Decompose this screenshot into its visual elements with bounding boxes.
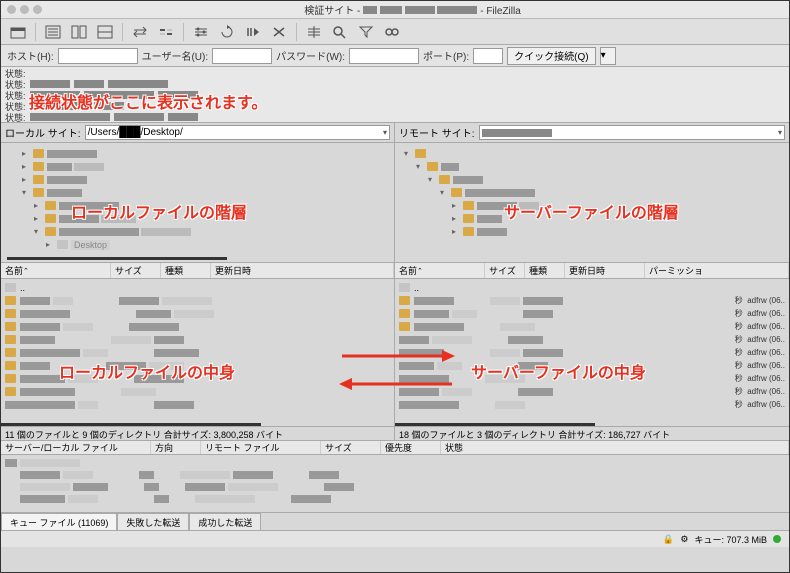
user-input[interactable] xyxy=(212,48,272,64)
list-bodies: .. .. 秒 adfrw (06.. 秒 adfrw (06.. 秒 adfr… xyxy=(1,279,789,427)
col-size-r[interactable]: サイズ xyxy=(485,263,525,278)
toggle-log-button[interactable] xyxy=(42,22,64,42)
user-label: ユーザー名(U): xyxy=(142,48,208,63)
queue-col-size[interactable]: サイズ xyxy=(321,441,381,454)
lock-icon[interactable]: 🔒 xyxy=(662,533,674,545)
cancel-button[interactable] xyxy=(268,22,290,42)
refresh-button[interactable] xyxy=(216,22,238,42)
col-type-r[interactable]: 種類 xyxy=(525,263,565,278)
filter-files-button[interactable] xyxy=(355,22,377,42)
queue-list[interactable] xyxy=(1,455,789,513)
quickconnect-button[interactable]: クイック接続(Q) xyxy=(507,47,595,65)
col-size[interactable]: サイズ xyxy=(111,263,161,278)
port-label: ポート(P): xyxy=(423,48,469,63)
toggle-queue-button[interactable] xyxy=(94,22,116,42)
file-count-status: 11 個のファイルと 9 個のディレクトリ 合計サイズ: 3,800,258 バ… xyxy=(1,427,789,441)
window-title: 検証サイト - - FileZilla xyxy=(42,2,783,17)
traffic-lights[interactable] xyxy=(7,5,42,14)
local-status: 11 個のファイルと 9 個のディレクトリ 合計サイズ: 3,800,258 バ… xyxy=(1,427,395,440)
reconnect-button[interactable] xyxy=(329,22,351,42)
search-button[interactable] xyxy=(381,22,403,42)
port-input[interactable] xyxy=(473,48,503,64)
remote-site-label: リモート サイト: xyxy=(399,125,475,140)
tree-panels: ▸ ▸ ▸ ▾ ▸ ▸ ▾ ▸Desktop ▾ ▾ ▾ ▾ ▸ ▸ ▸ xyxy=(1,143,789,263)
col-type[interactable]: 種類 xyxy=(161,263,211,278)
queue-header: サーバー/ローカル ファイル 方向 リモート ファイル サイズ 優先度 状態 xyxy=(1,441,789,455)
local-site-input[interactable]: /Users/███/Desktop/▾ xyxy=(85,125,390,140)
queue-col-priority[interactable]: 優先度 xyxy=(381,441,441,454)
col-name-r[interactable]: 名前 ⌃ xyxy=(395,263,485,278)
tab-failed[interactable]: 失敗した転送 xyxy=(117,513,189,530)
local-file-list[interactable]: .. xyxy=(1,279,395,426)
queue-col-direction[interactable]: 方向 xyxy=(151,441,201,454)
quickconnect-dropdown[interactable]: ▾ xyxy=(600,47,616,65)
sync-button[interactable] xyxy=(129,22,151,42)
tab-queue[interactable]: キュー ファイル (11069) xyxy=(1,513,117,530)
remote-tree[interactable]: ▾ ▾ ▾ ▾ ▸ ▸ ▸ xyxy=(395,143,789,262)
pass-input[interactable] xyxy=(349,48,419,64)
col-name[interactable]: 名前 ⌃ xyxy=(1,263,111,278)
remote-status: 18 個のファイルと 3 個のディレクトリ 合計サイズ: 186,727 バイト xyxy=(395,427,789,440)
col-modified[interactable]: 更新日時 xyxy=(211,263,394,278)
queue-tabs: キュー ファイル (11069) 失敗した転送 成功した転送 xyxy=(1,513,789,531)
disconnect-button[interactable] xyxy=(303,22,325,42)
host-input[interactable] xyxy=(58,48,138,64)
filter-button[interactable] xyxy=(190,22,212,42)
toggle-tree-button[interactable] xyxy=(68,22,90,42)
message-log[interactable]: 状態: 状態: 状態: 状態: 状態: xyxy=(1,67,789,123)
queue-col-serverfile[interactable]: サーバー/ローカル ファイル xyxy=(1,441,151,454)
remote-site-input[interactable]: ▾ xyxy=(479,125,785,140)
host-label: ホスト(H): xyxy=(7,48,54,63)
remote-file-list[interactable]: .. 秒 adfrw (06.. 秒 adfrw (06.. 秒 adfrw (… xyxy=(395,279,789,426)
col-permissions[interactable]: パーミッショ xyxy=(645,263,789,278)
tab-success[interactable]: 成功した転送 xyxy=(189,513,261,530)
col-modified-r[interactable]: 更新日時 xyxy=(565,263,645,278)
site-manager-button[interactable] xyxy=(7,22,29,42)
local-site-label: ローカル サイト: xyxy=(5,125,81,140)
process-queue-button[interactable] xyxy=(242,22,264,42)
list-headers: 名前 ⌃ サイズ 種類 更新日時 名前 ⌃ サイズ 種類 更新日時 パーミッショ xyxy=(1,263,789,279)
pass-label: パスワード(W): xyxy=(276,48,345,63)
queue-col-remotefile[interactable]: リモート ファイル xyxy=(201,441,321,454)
main-toolbar xyxy=(1,19,789,45)
local-tree[interactable]: ▸ ▸ ▸ ▾ ▸ ▸ ▾ ▸Desktop xyxy=(1,143,395,262)
queue-size-text: キュー: 707.3 MiB xyxy=(694,533,767,546)
site-path-row: ローカル サイト: /Users/███/Desktop/▾ リモート サイト:… xyxy=(1,123,789,143)
window-titlebar: 検証サイト - - FileZilla xyxy=(1,1,789,19)
queue-col-status[interactable]: 状態 xyxy=(441,441,789,454)
compare-button[interactable] xyxy=(155,22,177,42)
gear-icon[interactable]: ⚙ xyxy=(678,533,690,545)
quickconnect-bar: ホスト(H): ユーザー名(U): パスワード(W): ポート(P): クイック… xyxy=(1,45,789,67)
status-indicator-icon xyxy=(771,533,783,545)
statusbar: 🔒 ⚙ キュー: 707.3 MiB xyxy=(1,531,789,547)
